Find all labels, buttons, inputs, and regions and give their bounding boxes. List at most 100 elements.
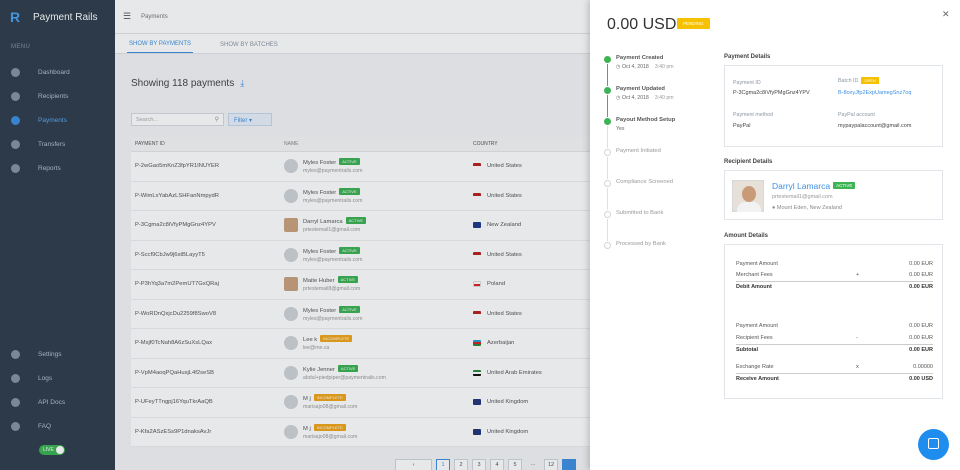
table-row[interactable]: P-VpM4aoqPQaHusjL4f2seSB Kylie Jenner ACT… xyxy=(131,359,590,388)
sidebar-item-dashboard[interactable]: Dashboard xyxy=(0,60,115,84)
amount-value: 0.00 EUR xyxy=(909,261,933,267)
download-icon[interactable]: ⤓ xyxy=(240,78,244,88)
recipient-email: myles@paymentrails.com xyxy=(303,256,363,263)
search-icon: ⚲ xyxy=(214,117,219,123)
batch-id-label-text: Batch ID xyxy=(838,78,859,84)
pending-dot-icon xyxy=(604,180,611,187)
sidebar-item-label: Reports xyxy=(38,164,61,172)
amount-value: 0.00 EUR xyxy=(909,323,933,329)
sidebar-item-label: API Docs xyxy=(38,398,66,406)
sidebar-item-transfers[interactable]: Transfers xyxy=(0,132,115,156)
recipient-email: prtestemail8@gmail.com xyxy=(303,286,361,293)
page-button[interactable]: 4 xyxy=(490,459,504,470)
us-flag-icon xyxy=(473,310,481,317)
column-payment-id[interactable]: PAYMENT ID xyxy=(131,141,284,147)
history-icon xyxy=(11,373,20,383)
gb-flag-icon xyxy=(473,399,481,406)
recipient-location-text: Mount Eden, New Zealand xyxy=(776,205,842,211)
divider xyxy=(736,344,933,345)
prev-page-button[interactable]: ‹ xyxy=(395,459,432,470)
column-country[interactable]: COUNTRY xyxy=(473,141,590,147)
sidebar-item-payments[interactable]: Payments xyxy=(0,108,115,132)
table-row[interactable]: P-P3hYq3a7m2PemUT7GxQRaj Maite Huber ACTI… xyxy=(131,270,590,300)
payment-id-label: Payment ID xyxy=(733,80,761,86)
pagination: ‹ 1 2 3 4 5 ... 12 xyxy=(395,459,580,470)
table-row[interactable]: P-Kfa2ASzESs9P1dnaksAvJr M j INCOMPLETE ma… xyxy=(131,418,590,447)
status-badge: PENDING xyxy=(677,18,710,29)
timeline-step-label: Payment Initiated xyxy=(616,148,661,154)
recipient-name: M j xyxy=(303,396,311,403)
status-badge: ACTIVE xyxy=(833,182,856,189)
live-toggle[interactable]: LIVE xyxy=(39,445,65,455)
table-row[interactable]: P-2wGao5mKnZ3fpYR1INUYER Myles Foster ACT… xyxy=(131,152,590,182)
timeline-note: Yes xyxy=(616,126,625,132)
gb-flag-icon xyxy=(473,428,481,435)
table-row[interactable]: P-3Cgma2c8iVfyPMgGnz4YPV Darryl Lamarca A… xyxy=(131,211,590,241)
sidebar-item-api-docs[interactable]: API Docs xyxy=(0,390,115,414)
status-badge: ACTIVE xyxy=(339,187,360,195)
search-input[interactable]: Search... ⚲ xyxy=(131,113,224,126)
sidebar-item-label: Dashboard xyxy=(38,68,70,76)
gear-icon xyxy=(11,349,20,359)
sidebar-item-reports[interactable]: Reports xyxy=(0,156,115,180)
hamburger-icon[interactable]: ☰ xyxy=(123,11,131,22)
amount-label: Subtotal xyxy=(736,347,758,353)
reports-icon xyxy=(11,163,20,173)
payment-detail-panel: 0.00 USD PENDING ✕ Payment Created ◷ Oct… xyxy=(590,0,960,470)
paypal-account-label: PayPal account xyxy=(838,112,875,118)
brand[interactable]: R Payment Rails xyxy=(0,0,115,34)
table-row[interactable]: P-Sccf9CbJw9j6stBLayyT5 Myles Foster ACTI… xyxy=(131,241,590,270)
filter-button[interactable]: Filter ▾ xyxy=(228,113,272,126)
sidebar-item-label: Settings xyxy=(38,350,62,358)
paypal-account-value: mypaypalaccount@gmail.com xyxy=(838,123,912,129)
recipient-name-link[interactable]: Darryl Lamarca ACTIVE xyxy=(772,181,856,191)
recipient-location: ● Mount Eden, New Zealand xyxy=(772,205,842,211)
page-ellipsis: ... xyxy=(530,461,536,467)
status-badge: INCOMPLETE xyxy=(313,423,346,431)
page-button[interactable]: 3 xyxy=(472,459,486,470)
sidebar-item-recipients[interactable]: Recipients xyxy=(0,84,115,108)
status-badge: INCOMPLETE xyxy=(320,335,353,343)
table-row[interactable]: P-Msjf0TcNah8A6zSuXsLQax Lee k INCOMPLETE… xyxy=(131,329,590,359)
amount-row: Payment Amount 0.00 EUR xyxy=(736,323,933,329)
close-icon[interactable]: ✕ xyxy=(942,9,950,20)
topbar: ☰ Payments xyxy=(115,0,590,34)
page-button[interactable]: 5 xyxy=(508,459,522,470)
tab-show-by-batches[interactable]: SHOW BY BATCHES xyxy=(218,42,280,53)
avatar xyxy=(284,218,298,233)
status-badge: ACTIVE xyxy=(339,246,360,254)
nz-flag-icon xyxy=(473,222,481,229)
tab-show-by-payments[interactable]: SHOW BY PAYMENTS xyxy=(127,41,194,53)
country: United States xyxy=(487,163,522,170)
amount-label: Receive Amount xyxy=(736,376,779,382)
sidebar-item-logs[interactable]: Logs xyxy=(0,366,115,390)
sidebar-item-settings[interactable]: Settings xyxy=(0,342,115,366)
next-page-button[interactable] xyxy=(562,459,576,470)
check-icon xyxy=(604,118,611,125)
help-icon xyxy=(11,421,20,431)
payments-count-text: Showing 118 payments xyxy=(131,78,235,89)
amount-value: 0.00 EUR xyxy=(909,347,933,353)
timeline-step: Submitted to Bank xyxy=(604,210,712,241)
sidebar-item-label: Logs xyxy=(38,374,53,382)
recipient-name: M j xyxy=(303,425,311,432)
table-row[interactable]: P-WoRDnQxjcDu2259f8SwoV8 Myles Foster ACT… xyxy=(131,300,590,329)
sidebar-item-faq[interactable]: FAQ xyxy=(0,414,115,438)
recipients-icon xyxy=(11,91,20,101)
payment-id: P-Msjf0TcNah8A6zSuXsLQax xyxy=(135,340,213,347)
column-name[interactable]: NAME xyxy=(284,141,473,147)
country: United Arab Emirates xyxy=(487,369,542,376)
page-button[interactable]: 12 xyxy=(544,459,558,470)
timeline-step-label: Payment Created xyxy=(616,55,664,61)
country: United States xyxy=(487,251,522,258)
table-row[interactable]: P-WimLxYabAzLSHFanNmpydR Myles Foster ACT… xyxy=(131,182,590,211)
payment-id: P-WoRDnQxjcDu2259f8SwoV8 xyxy=(135,310,217,317)
amount-row: Exchange Rate x 0.00000 xyxy=(736,364,933,370)
batch-id-link[interactable]: B-8ceyJfp2ExpUamegSnz7oq xyxy=(838,90,911,96)
chat-launcher-button[interactable] xyxy=(918,429,949,460)
page-button[interactable]: 1 xyxy=(436,459,450,470)
table-row[interactable]: P-UFeyTTngpj16YquTkrAaQB M j INCOMPLETE ma… xyxy=(131,388,590,418)
status-badge: ACTIVE xyxy=(339,158,360,166)
page-button[interactable]: 2 xyxy=(454,459,468,470)
recipient-email: myles@paymentrails.com xyxy=(303,168,363,175)
